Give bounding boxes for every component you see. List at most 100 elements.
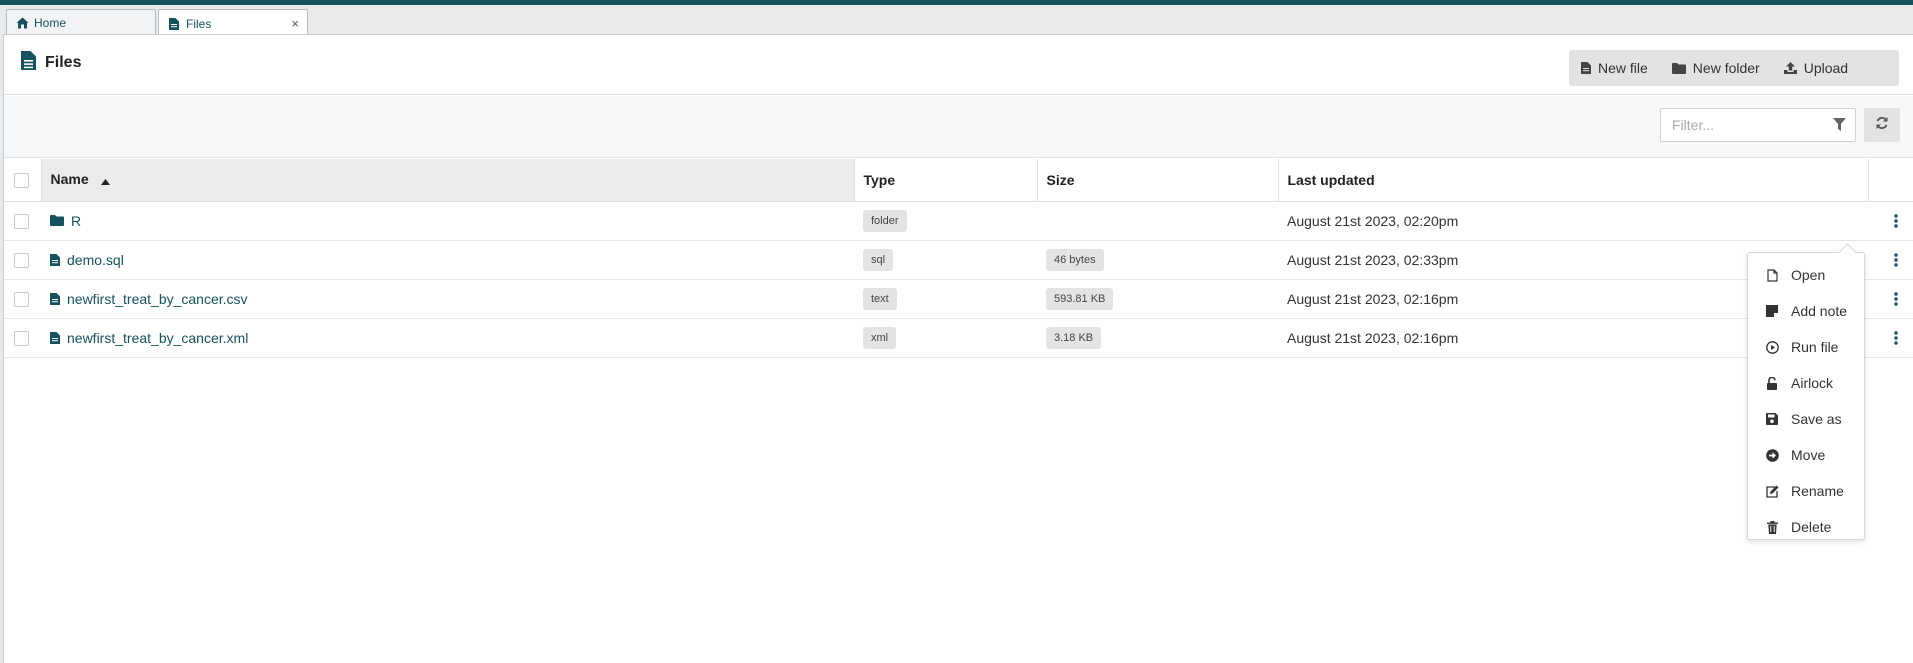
column-header-last-updated[interactable]: Last updated [1278,159,1869,202]
table-row[interactable]: demo.sql sql 46 bytes August 21st 2023, … [4,240,1913,280]
refresh-icon [1875,116,1889,135]
play-circle-icon [1764,340,1780,354]
name-cell: newfirst_treat_by_cancer.xml [41,318,854,358]
sticky-note-icon [1764,305,1780,317]
size-cell: 3.18 KB [1037,318,1278,358]
folder-icon [1671,62,1686,74]
column-header-actions [1868,159,1913,202]
type-cell: sql [854,240,1037,280]
tab-files-label: Files [186,16,212,31]
folder-icon [50,215,64,226]
file-name-link[interactable]: newfirst_treat_by_cancer.xml [67,330,248,346]
filter-icon[interactable] [1833,118,1846,136]
table-header-row: Name Type Size Last updated [4,159,1913,202]
more-vertical-icon[interactable] [1877,330,1913,345]
tab-home[interactable]: Home [6,9,156,36]
file-icon [21,51,36,75]
type-cell: folder [854,201,1037,241]
files-table: Name Type Size Last updated R folder Aug… [4,159,1913,358]
select-all-checkbox[interactable] [14,173,29,189]
refresh-button[interactable] [1864,108,1900,142]
column-header-size[interactable]: Size [1037,159,1279,202]
files-panel: Files New file New folder Upload Filter.… [3,34,1913,663]
new-file-label: New file [1598,60,1648,76]
file-context-menu: Open Add note Run file Airlock Save as M… [1747,252,1865,540]
column-size-label: Size [1046,171,1075,188]
actions-cell [1868,240,1913,280]
actions-cell [1868,318,1913,358]
row-checkbox-cell [4,240,41,280]
menu-item-label: Rename [1791,483,1844,499]
menu-item-label: Save as [1791,411,1842,427]
filter-input[interactable] [1661,109,1811,141]
new-file-icon [1581,62,1591,74]
table-row[interactable]: newfirst_treat_by_cancer.xml xml 3.18 KB… [4,318,1913,358]
file-name-link[interactable]: newfirst_treat_by_cancer.csv [67,291,248,307]
name-cell: newfirst_treat_by_cancer.csv [41,279,854,319]
new-folder-label: New folder [1692,60,1760,76]
edit-icon [1764,485,1780,498]
column-type-label: Type [863,171,896,188]
row-checkbox[interactable] [14,291,29,307]
column-last-updated-label: Last updated [1287,171,1375,188]
new-folder-button[interactable]: New folder [1660,50,1772,86]
column-name-label: Name [50,171,89,188]
new-file-button[interactable]: New file [1569,50,1660,86]
menu-item-save-as[interactable]: Save as [1748,404,1864,434]
upload-button[interactable]: Upload [1772,50,1860,86]
menu-item-label: Open [1791,267,1826,283]
upload-label: Upload [1803,60,1849,76]
more-vertical-icon[interactable] [1877,252,1913,267]
file-name-link[interactable]: demo.sql [67,252,124,268]
menu-item-move[interactable]: Move [1748,440,1864,470]
type-badge: folder [863,209,907,232]
tab-home-label: Home [34,16,67,30]
column-header-type[interactable]: Type [854,159,1038,202]
menu-item-label: Run file [1791,339,1839,355]
file-icon [50,253,60,266]
menu-item-delete[interactable]: Delete [1748,512,1864,542]
file-name-link[interactable]: R [71,213,81,229]
size-cell: 593.81 KB [1037,279,1278,319]
menu-item-add-note[interactable]: Add note [1748,296,1864,326]
updated-cell: August 21st 2023, 02:20pm [1278,201,1868,241]
row-checkbox[interactable] [14,330,29,346]
tab-files[interactable]: Files × [158,9,308,37]
name-cell: demo.sql [41,240,854,280]
more-vertical-icon[interactable] [1877,291,1913,306]
row-checkbox[interactable] [14,252,29,268]
type-badge: xml [863,326,897,349]
type-badge: text [863,287,897,310]
unlock-icon [1764,376,1780,390]
name-cell: R [41,201,854,241]
menu-item-open[interactable]: Open [1748,260,1864,290]
page-title-text: Files [45,54,82,71]
home-icon [15,16,29,30]
row-checkbox-cell [4,201,41,241]
page-header: Files New file New folder Upload [4,35,1913,95]
close-icon[interactable]: × [291,16,299,31]
menu-item-rename[interactable]: Rename [1748,476,1864,506]
type-cell: xml [854,318,1037,358]
menu-item-label: Move [1791,447,1826,463]
filter-toolbar [4,96,1913,158]
table-row[interactable]: R folder August 21st 2023, 02:20pm [4,201,1913,241]
row-checkbox-cell [4,279,41,319]
row-checkbox-cell [4,318,41,358]
menu-item-label: Add note [1791,303,1848,319]
row-checkbox[interactable] [14,213,29,229]
type-cell: text [854,279,1037,319]
table-row[interactable]: newfirst_treat_by_cancer.csv text 593.81… [4,279,1913,319]
upload-icon [1783,62,1797,74]
menu-item-label: Delete [1791,519,1832,535]
size-cell [1037,201,1278,241]
size-cell: 46 bytes [1037,240,1278,280]
more-vertical-icon[interactable] [1877,213,1913,228]
column-header-name[interactable]: Name [41,159,855,202]
menu-item-airlock[interactable]: Airlock [1748,368,1864,398]
file-icon [167,17,181,31]
menu-item-run-file[interactable]: Run file [1748,332,1864,362]
size-badge: 3.18 KB [1046,326,1102,349]
actions-cell [1868,201,1913,241]
arrow-circle-right-icon [1764,448,1780,462]
